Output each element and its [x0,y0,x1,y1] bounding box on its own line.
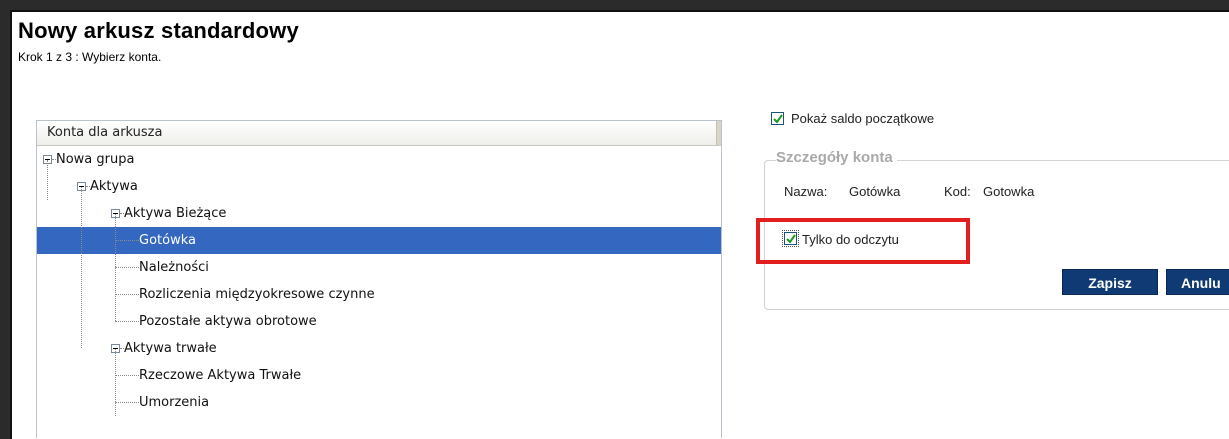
tree-body: Nowa grupa Aktywa Aktywa Bieżące Gotówka Nal… [37,146,721,439]
column-resize-handle[interactable] [716,121,721,145]
tree-node[interactable]: Aktywa Bieżące [37,200,721,227]
tree-header-label: Konta dla arkusza [47,125,163,140]
tree-connector [115,240,139,241]
show-opening-balance-checkbox[interactable] [771,112,784,125]
tree-node-label: Gotówka [139,233,196,248]
tree-node[interactable]: Pozostałe aktywa obrotowe [37,308,721,335]
tree-node-label: Aktywa Bieżące [124,206,227,221]
tree-connector [115,402,139,403]
tree-connector [115,267,139,268]
account-name-label: Nazwa: [784,184,828,199]
tree-node-label: Pozostałe aktywa obrotowe [139,314,317,329]
check-icon [786,234,796,244]
tree-node[interactable]: Nowa grupa [37,146,721,173]
tree-node-label: Rozliczenia międzyokresowe czynne [139,287,375,302]
tree-node-label: Należności [139,260,209,275]
account-name-value: Gotówka [849,184,901,199]
tree-node-label: Umorzenia [139,395,210,410]
tree-node-label: Aktywa trwałe [124,341,217,356]
tree-connector [81,187,82,348]
tree-connector [47,160,48,200]
tree-node[interactable]: Aktywa [37,173,721,200]
tree-node-label: Aktywa [90,179,138,194]
tree-node[interactable]: Rzeczowe Aktywa Trwałe [37,362,721,389]
accounts-tree: Konta dla arkusza Nowa grupa Aktywa Aktywa… [36,120,722,438]
readonly-label: Tylko do odczytu [802,232,899,247]
readonly-checkbox[interactable] [784,232,797,245]
tree-node[interactable]: Aktywa trwałe [37,335,721,362]
tree-connector [115,375,139,376]
show-opening-balance-label: Pokaż saldo początkowe [791,111,935,126]
tree-node[interactable]: Należności [37,254,721,281]
tree-connector [115,294,139,295]
tree-connector [115,321,139,322]
account-details-legend: Szczegóły konta [776,149,897,166]
step-indicator: Krok 1 z 3 : Wybierz konta. [18,50,162,64]
tree-node[interactable]: Gotówka [37,227,721,254]
check-icon [773,114,783,124]
save-button[interactable]: Zapisz [1062,269,1158,295]
tree-connector [115,214,116,321]
tree-header: Konta dla arkusza [37,121,721,146]
tree-connector [115,349,116,416]
tree-node-label: Rzeczowe Aktywa Trwałe [139,368,302,383]
page-title: Nowy arkusz standardowy [18,18,299,43]
tree-node-label: Nowa grupa [56,152,135,167]
cancel-button[interactable]: Anulu [1166,269,1229,295]
account-code-value: Gotowka [983,184,1035,199]
tree-node[interactable]: Umorzenia [37,389,721,416]
tree-node[interactable]: Rozliczenia międzyokresowe czynne [37,281,721,308]
account-code-label: Kod: [944,184,971,199]
